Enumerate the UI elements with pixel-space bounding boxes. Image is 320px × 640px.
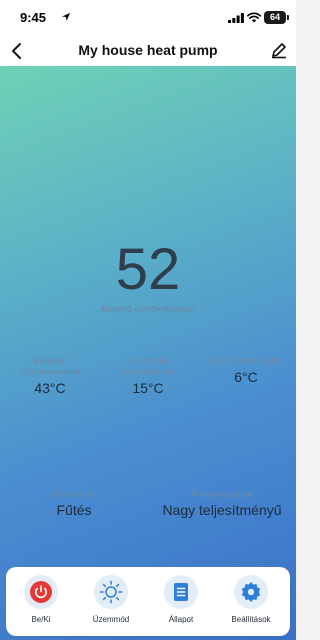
- nav-bar: My house heat pump: [0, 36, 296, 66]
- frequency-mode-value: Nagy teljesítményű: [162, 502, 282, 518]
- frequency-mode-label: Frekvenciamód: [191, 489, 253, 499]
- page-title: My house heat pump: [78, 42, 218, 58]
- wifi-icon: [247, 12, 261, 23]
- status-list-icon: [174, 583, 188, 601]
- status-time: 9:45: [20, 10, 47, 25]
- cellular-signal-icon: [228, 13, 244, 23]
- status-button-label: Állapot: [168, 615, 194, 624]
- operating-mode-value: Fűtés: [56, 502, 92, 518]
- inlet-temperature-label: Bemenő vízhőmérséklet: [19, 356, 81, 377]
- outdoor-temperature-label: Külső hőmérséklet: [208, 356, 284, 366]
- main-panel: 52 Kimenő vízhőmérséklet Bemenő vízhőmér…: [0, 66, 296, 640]
- tank-temperature-value: 15°C: [132, 380, 164, 396]
- sun-icon: [99, 580, 123, 604]
- action-panel: Be/Ki Üzemmód Állapot Beállítások: [6, 567, 290, 636]
- settings-button-label: Beállítások: [231, 615, 271, 624]
- status-button[interactable]: Állapot: [156, 575, 206, 624]
- battery-icon: 64: [264, 11, 286, 24]
- status-bar: 9:45 64: [0, 0, 296, 36]
- power-button-circle[interactable]: [24, 575, 58, 609]
- edit-pencil-icon[interactable]: [270, 41, 288, 59]
- mode-button[interactable]: Üzemmód: [86, 575, 136, 624]
- operating-mode-label: Üzemmód: [53, 489, 95, 499]
- outlet-temperature-value: 52: [115, 237, 181, 302]
- inlet-temperature-value: 43°C: [34, 380, 66, 396]
- settings-button-circle[interactable]: [234, 575, 268, 609]
- settings-button[interactable]: Beállítások: [226, 575, 276, 624]
- inlet-temperature-stat: Bemenő vízhőmérséklet 43°C: [2, 356, 98, 396]
- gear-icon: [241, 582, 261, 602]
- frequency-mode-stat: Frekvenciamód Nagy teljesítményű: [156, 489, 288, 518]
- power-icon: [30, 581, 52, 603]
- power-button[interactable]: Be/Ki: [16, 575, 66, 624]
- tank-temperature-label: A víztartály hőmérséklete: [120, 356, 176, 377]
- location-arrow-icon: [62, 13, 70, 21]
- outdoor-temperature-stat: Külső hőmérséklet 6°C: [198, 356, 294, 385]
- tank-temperature-stat: A víztartály hőmérséklete 15°C: [100, 356, 196, 396]
- outdoor-temperature-value: 6°C: [234, 369, 258, 385]
- power-button-label: Be/Ki: [31, 615, 51, 624]
- status-button-circle[interactable]: [164, 575, 198, 609]
- mode-button-label: Üzemmód: [92, 615, 130, 624]
- outlet-temperature-label: Kimenő vízhőmérséklet: [101, 304, 195, 314]
- mode-button-circle[interactable]: [94, 575, 128, 609]
- battery-tip: [287, 15, 289, 20]
- back-chevron-icon[interactable]: [6, 40, 28, 62]
- operating-mode-stat: Üzemmód Fűtés: [34, 489, 114, 518]
